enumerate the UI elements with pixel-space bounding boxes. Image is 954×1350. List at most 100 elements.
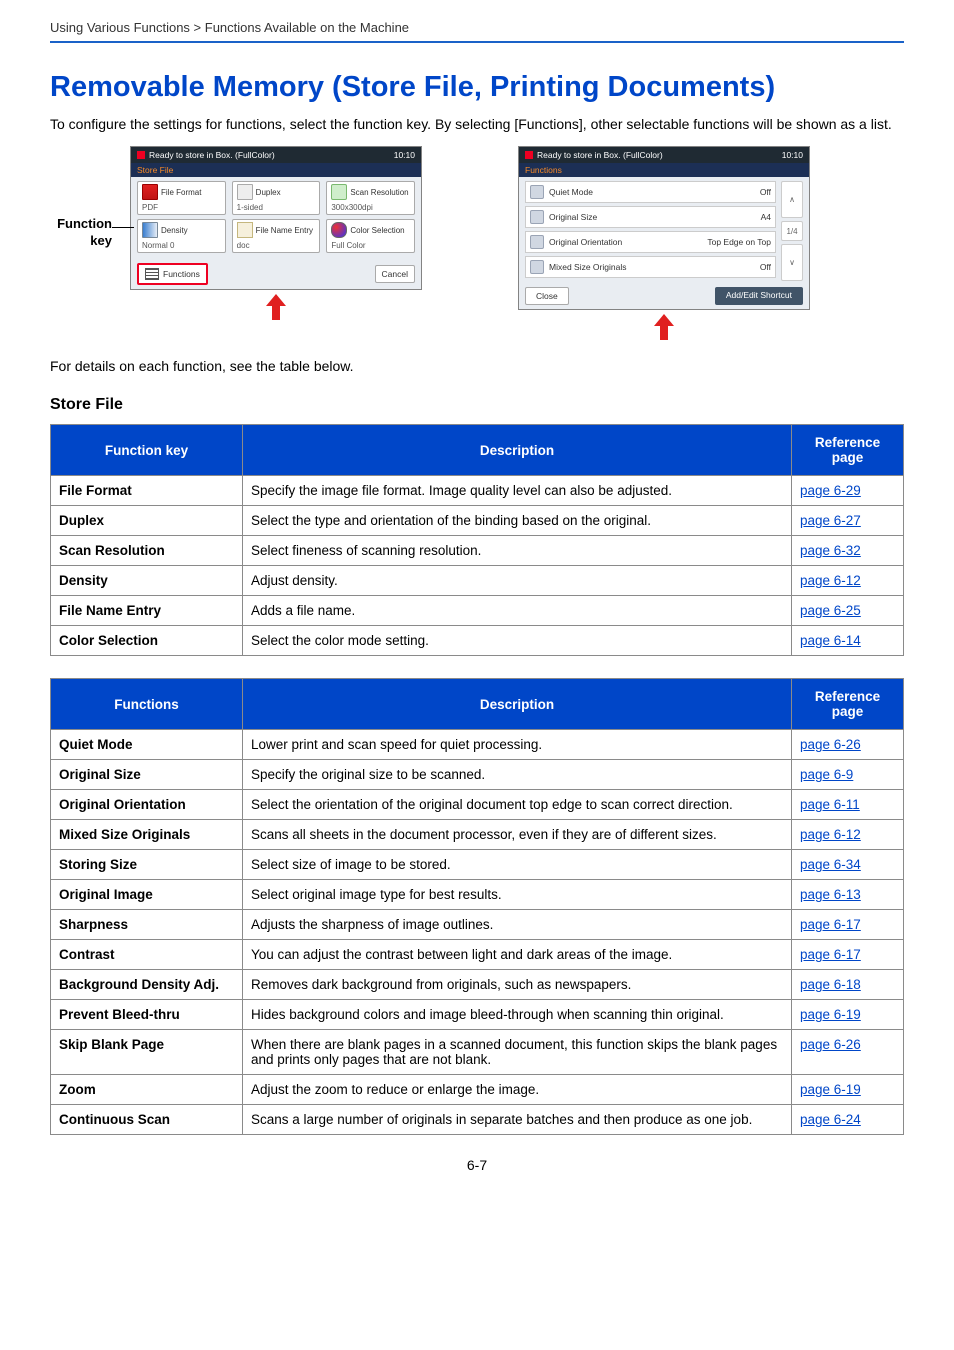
cell-reference: page 6-12: [792, 566, 904, 596]
page-number: 6-7: [50, 1157, 904, 1173]
duplex-icon: [237, 184, 253, 200]
tile-duplex[interactable]: Duplex 1-sided: [232, 181, 321, 215]
reference-link[interactable]: page 6-24: [800, 1112, 861, 1127]
reference-link[interactable]: page 6-32: [800, 543, 861, 558]
cell-description: Adjusts the sharpness of image outlines.: [243, 910, 792, 940]
tile-density[interactable]: Density Normal 0: [137, 219, 226, 253]
reference-link[interactable]: page 6-34: [800, 857, 861, 872]
scroll-down-button[interactable]: ∨: [781, 244, 803, 281]
cell-function: File Format: [51, 476, 243, 506]
cell-description: Adjust density.: [243, 566, 792, 596]
tile-label: Duplex: [256, 188, 281, 197]
reference-link[interactable]: page 6-12: [800, 827, 861, 842]
tile-label: Density: [161, 226, 188, 235]
th-description: Description: [243, 679, 792, 730]
breadcrumb: Using Various Functions > Functions Avai…: [50, 20, 904, 43]
tile-file-format[interactable]: File Format PDF: [137, 181, 226, 215]
tile-label: File Name Entry: [256, 226, 313, 235]
functions-button[interactable]: Functions: [137, 263, 208, 285]
add-edit-shortcut-button[interactable]: Add/Edit Shortcut: [715, 287, 803, 305]
panel-functions: Ready to store in Box. (FullColor) 10:10…: [518, 146, 810, 340]
table-row: Color SelectionSelect the color mode set…: [51, 626, 904, 656]
cell-function: Density: [51, 566, 243, 596]
function-key-callout: Function key: [50, 146, 112, 250]
reference-link[interactable]: page 6-19: [800, 1007, 861, 1022]
tile-value: doc: [237, 241, 316, 250]
row-value: Off: [760, 262, 771, 272]
cell-reference: page 6-17: [792, 940, 904, 970]
tile-value: Normal 0: [142, 241, 221, 250]
cell-description: Select original image type for best resu…: [243, 880, 792, 910]
cell-reference: page 6-13: [792, 880, 904, 910]
table-row: Skip Blank PageWhen there are blank page…: [51, 1030, 904, 1075]
reference-link[interactable]: page 6-11: [800, 797, 860, 812]
reference-link[interactable]: page 6-25: [800, 603, 861, 618]
reference-link[interactable]: page 6-17: [800, 947, 861, 962]
reference-link[interactable]: page 6-13: [800, 887, 861, 902]
reference-link[interactable]: page 6-26: [800, 737, 861, 752]
cell-reference: page 6-11: [792, 790, 904, 820]
reference-link[interactable]: page 6-14: [800, 633, 861, 648]
cell-reference: page 6-12: [792, 820, 904, 850]
cell-reference: page 6-34: [792, 850, 904, 880]
scan-icon: [331, 184, 347, 200]
panel1-subtitle: Store File: [131, 163, 421, 177]
cell-function: Storing Size: [51, 850, 243, 880]
reference-link[interactable]: page 6-29: [800, 483, 861, 498]
table-row: File FormatSpecify the image file format…: [51, 476, 904, 506]
cell-function: Background Density Adj.: [51, 970, 243, 1000]
mixed-size-icon: [530, 260, 544, 274]
table-row: DuplexSelect the type and orientation of…: [51, 506, 904, 536]
cell-description: Select size of image to be stored.: [243, 850, 792, 880]
reference-link[interactable]: page 6-17: [800, 917, 861, 932]
status-flag-icon: [525, 151, 533, 159]
cell-function: Original Image: [51, 880, 243, 910]
panel1-status: Ready to store in Box. (FullColor): [149, 150, 394, 160]
th-reference: Reference page: [792, 679, 904, 730]
table-row: Prevent Bleed-thruHides background color…: [51, 1000, 904, 1030]
scroll-up-button[interactable]: ∧: [781, 181, 803, 218]
reference-link[interactable]: page 6-12: [800, 573, 861, 588]
close-button[interactable]: Close: [525, 287, 569, 305]
row-mixed-size[interactable]: Mixed Size Originals Off: [525, 256, 776, 278]
row-value: Top Edge on Top: [707, 237, 771, 247]
tile-file-name-entry[interactable]: File Name Entry doc: [232, 219, 321, 253]
th-functions: Functions: [51, 679, 243, 730]
row-quiet-mode[interactable]: Quiet Mode Off: [525, 181, 776, 203]
cell-description: Scans a large number of originals in sep…: [243, 1105, 792, 1135]
tile-value: PDF: [142, 203, 221, 212]
quiet-icon: [530, 185, 544, 199]
row-original-orientation[interactable]: Original Orientation Top Edge on Top: [525, 231, 776, 253]
row-label: Mixed Size Originals: [549, 262, 756, 272]
reference-link[interactable]: page 6-9: [800, 767, 853, 782]
cell-reference: page 6-26: [792, 1030, 904, 1075]
cell-function: Scan Resolution: [51, 536, 243, 566]
reference-link[interactable]: page 6-27: [800, 513, 861, 528]
tile-scan-resolution[interactable]: Scan Resolution 300x300dpi: [326, 181, 415, 215]
fk-line2: key: [90, 233, 112, 248]
cell-function: Contrast: [51, 940, 243, 970]
cell-function: Zoom: [51, 1075, 243, 1105]
cancel-button[interactable]: Cancel: [375, 265, 415, 283]
cell-description: Scans all sheets in the document process…: [243, 820, 792, 850]
th-reference: Reference page: [792, 425, 904, 476]
cell-function: Original Orientation: [51, 790, 243, 820]
row-label: Original Size: [549, 212, 757, 222]
cell-function: File Name Entry: [51, 596, 243, 626]
cell-description: Select the color mode setting.: [243, 626, 792, 656]
callout-arrow-icon: [518, 314, 810, 340]
reference-link[interactable]: page 6-19: [800, 1082, 861, 1097]
cell-reference: page 6-19: [792, 1075, 904, 1105]
th-function-key: Function key: [51, 425, 243, 476]
functions-label: Functions: [163, 269, 200, 279]
row-original-size[interactable]: Original Size A4: [525, 206, 776, 228]
reference-link[interactable]: page 6-18: [800, 977, 861, 992]
cell-reference: page 6-26: [792, 730, 904, 760]
tile-color-selection[interactable]: Color Selection Full Color: [326, 219, 415, 253]
row-label: Quiet Mode: [549, 187, 756, 197]
cell-reference: page 6-25: [792, 596, 904, 626]
reference-link[interactable]: page 6-26: [800, 1037, 861, 1052]
store-file-table: Function key Description Reference page …: [50, 424, 904, 656]
panel2-subtitle: Functions: [519, 163, 809, 177]
cell-function: Original Size: [51, 760, 243, 790]
